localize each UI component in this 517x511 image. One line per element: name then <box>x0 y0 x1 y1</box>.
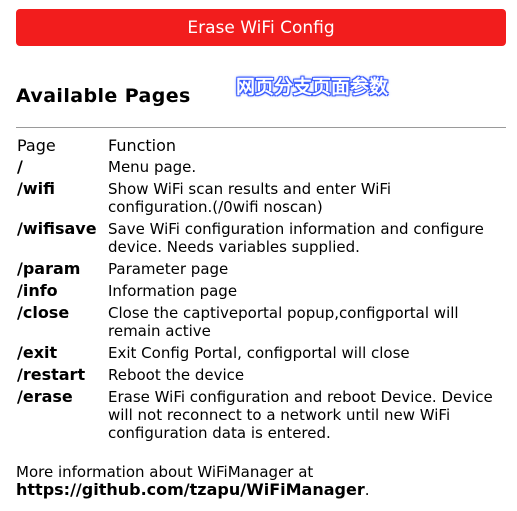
more-info-section: More information about WiFiManager at ht… <box>16 463 370 499</box>
more-info-text: More information about WiFiManager at <box>16 463 314 481</box>
page-description: Parameter page <box>108 260 229 278</box>
page-description: Exit Config Portal, configportal will cl… <box>108 344 410 362</box>
pages-table: Page Function / Menu page. /wifi Show Wi… <box>17 137 497 446</box>
table-row: /wifi Show WiFi scan results and enter W… <box>17 180 497 220</box>
table-row: /erase Erase WiFi configuration and rebo… <box>17 388 497 446</box>
available-pages-heading: Available Pages <box>16 85 191 107</box>
page-description: Menu page. <box>108 158 197 176</box>
table-row: /wifisave Save WiFi configuration inform… <box>17 220 497 260</box>
table-row: /close Close the captiveportal popup,con… <box>17 304 497 344</box>
page-description: Erase WiFi configuration and reboot Devi… <box>108 388 493 442</box>
table-row: /restart Reboot the device <box>17 366 497 388</box>
page-path: /param <box>17 259 81 278</box>
page-description: Show WiFi scan results and enter WiFi co… <box>108 180 392 216</box>
page-path: /wifi <box>17 179 55 198</box>
page-path: /wifisave <box>17 219 97 238</box>
table-row: /info Information page <box>17 282 497 304</box>
table-header-row: Page Function <box>17 137 497 158</box>
wifimanager-github-link[interactable]: https://github.com/tzapu/WiFiManager <box>16 480 365 499</box>
page-path: /exit <box>17 343 58 362</box>
page-path: /erase <box>17 387 73 406</box>
page-path: /restart <box>17 365 86 384</box>
page-path: /info <box>17 281 58 300</box>
column-header-page: Page <box>17 136 56 155</box>
table-row: /exit Exit Config Portal, configportal w… <box>17 344 497 366</box>
page-description: Information page <box>108 282 238 300</box>
page-description: Close the captiveportal popup,configport… <box>108 304 459 340</box>
more-info-suffix: . <box>364 481 370 499</box>
overlay-annotation-label: 网页分支页面参数 <box>236 76 389 98</box>
page-path: /close <box>17 303 70 322</box>
divider <box>16 127 506 128</box>
page-description: Reboot the device <box>108 366 245 384</box>
column-header-function: Function <box>108 136 177 155</box>
table-row: /param Parameter page <box>17 260 497 282</box>
table-row: / Menu page. <box>17 158 497 180</box>
page-description: Save WiFi configuration information and … <box>108 220 484 256</box>
erase-wifi-config-button[interactable]: Erase WiFi Config <box>16 9 506 46</box>
page-path: / <box>17 157 23 176</box>
